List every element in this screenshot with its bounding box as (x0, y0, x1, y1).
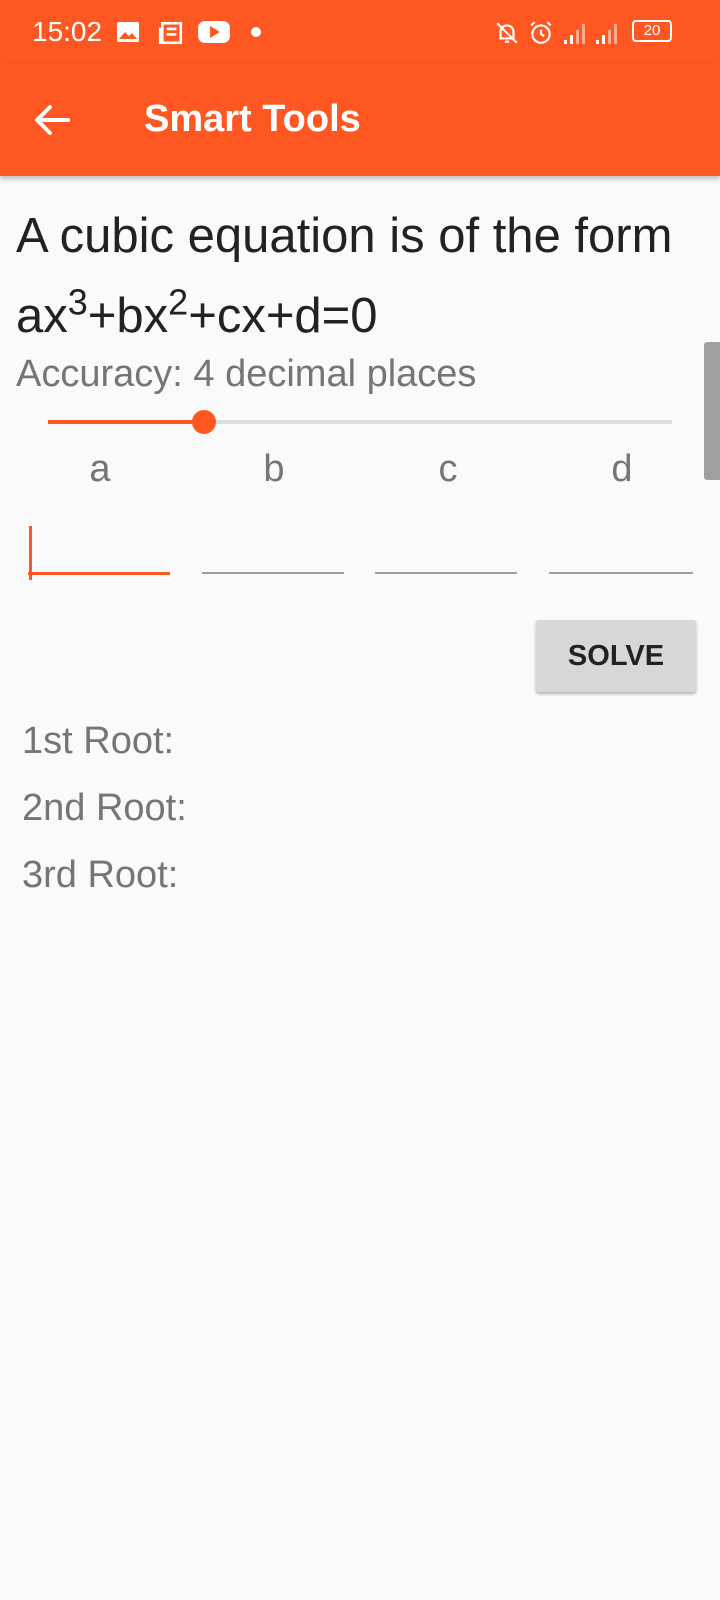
accuracy-label: Accuracy: 4 decimal places (16, 353, 477, 395)
signal-icon (564, 24, 585, 44)
slider-thumb[interactable] (192, 410, 216, 434)
coefficient-label-a: a (89, 448, 111, 490)
coefficient-b-input[interactable] (202, 520, 344, 574)
root-2-label: 2nd Root: (22, 787, 187, 829)
battery-level: 20 (643, 22, 661, 39)
signal-icon (596, 24, 617, 44)
equation-description: A cubic equation is of the form ax3+bx2+… (16, 196, 696, 356)
scrollbar[interactable] (704, 342, 720, 480)
heading-mid: +bx (87, 289, 169, 343)
coefficient-a-input[interactable] (28, 520, 170, 575)
status-time: 15:02 (32, 16, 103, 47)
youtube-icon (198, 21, 230, 43)
app-bar: Smart Tools (0, 64, 720, 176)
arrow-back-icon[interactable] (24, 92, 80, 148)
status-bar: 15:02 20 (0, 0, 720, 64)
battery-icon: 20 (632, 20, 672, 42)
image-icon (117, 22, 139, 42)
root-3-label: 3rd Root: (22, 854, 179, 896)
heading-suffix: +cx+d=0 (188, 289, 378, 343)
slider-track-fill (48, 420, 204, 424)
accuracy-slider[interactable] (48, 410, 672, 434)
alarm-icon (530, 21, 552, 44)
app-title: Smart Tools (144, 98, 361, 140)
exponent-2: 2 (168, 281, 189, 323)
coefficient-label-d: d (611, 448, 633, 490)
exponent-3: 3 (67, 281, 88, 323)
coefficient-d-input[interactable] (549, 520, 693, 574)
dot-icon (251, 27, 261, 37)
bell-off-icon (496, 22, 518, 44)
coefficient-label-c: c (438, 448, 458, 490)
solve-button[interactable]: SOLVE (536, 620, 696, 692)
text-cursor (29, 526, 32, 580)
coefficient-label-b: b (263, 448, 285, 490)
root-1-label: 1st Root: (22, 720, 175, 762)
coefficient-c-input[interactable] (375, 520, 517, 574)
news-icon (158, 21, 183, 45)
